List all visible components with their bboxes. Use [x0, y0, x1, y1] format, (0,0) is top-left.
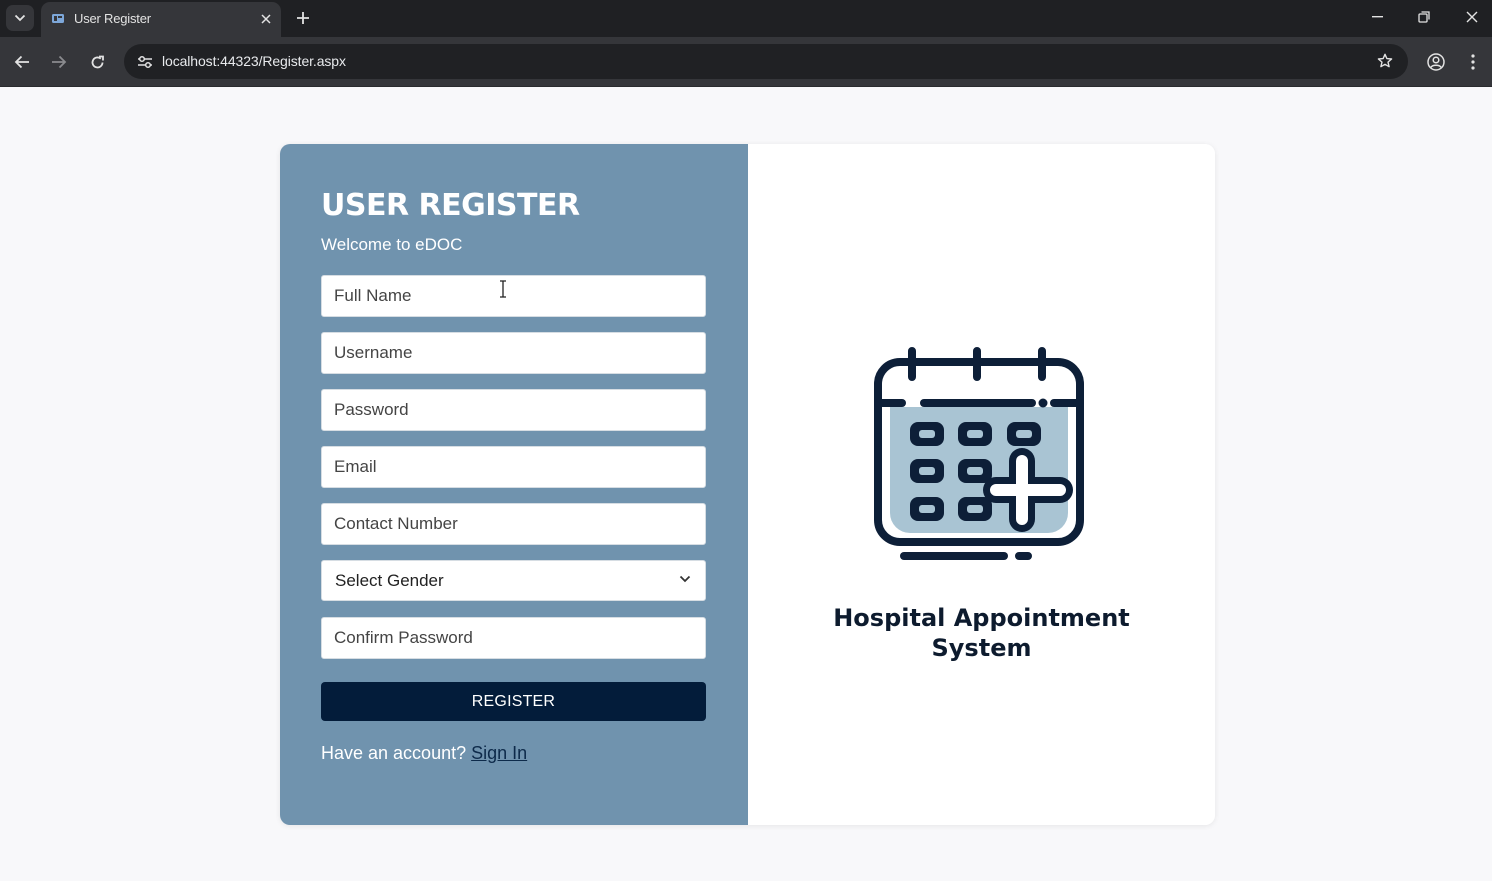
signin-prompt: Have an account?	[321, 743, 467, 763]
password-input[interactable]	[321, 389, 706, 431]
minimize-icon[interactable]	[1364, 6, 1390, 28]
menu-icon[interactable]	[1460, 49, 1486, 75]
text-cursor-icon	[498, 280, 508, 298]
tab-title: User Register	[74, 11, 151, 26]
browser-tab[interactable]: User Register	[41, 2, 281, 37]
plus-icon[interactable]	[292, 7, 314, 29]
site-info-icon[interactable]	[132, 49, 158, 75]
register-card: USER REGISTER Welcome to eDOC Select Gen…	[280, 144, 1215, 825]
tab-strip: User Register	[0, 0, 1492, 37]
chevron-down-icon	[679, 575, 691, 583]
calendar-plus-icon	[874, 343, 1084, 563]
app-name-line1: Hospital Appointment	[833, 604, 1130, 632]
form-panel: USER REGISTER Welcome to eDOC Select Gen…	[280, 144, 748, 825]
browser-toolbar: localhost:44323/Register.aspx	[0, 37, 1492, 87]
register-button[interactable]: REGISTER	[321, 682, 706, 721]
contact-number-input[interactable]	[321, 503, 706, 545]
tab-search-button[interactable]	[6, 5, 34, 31]
sign-in-link[interactable]: Sign In	[471, 743, 527, 763]
profile-icon[interactable]	[1423, 49, 1449, 75]
brand-panel: Hospital Appointment System	[748, 144, 1215, 825]
email-input[interactable]	[321, 446, 706, 488]
app-name-line2: System	[931, 634, 1032, 662]
full-name-input[interactable]	[321, 275, 706, 317]
app-name: Hospital Appointment System	[748, 603, 1215, 663]
chevron-down-icon	[14, 14, 26, 22]
confirm-password-input[interactable]	[321, 617, 706, 659]
back-icon[interactable]	[9, 49, 35, 75]
forward-icon[interactable]	[46, 49, 72, 75]
window-close-icon[interactable]	[1459, 6, 1485, 28]
reload-icon[interactable]	[84, 49, 110, 75]
restore-icon[interactable]	[1411, 6, 1437, 28]
signin-line: Have an account? Sign In	[321, 743, 527, 764]
close-icon[interactable]	[257, 10, 275, 28]
page-title: USER REGISTER	[321, 188, 580, 223]
welcome-text: Welcome to eDOC	[321, 235, 463, 254]
star-icon[interactable]	[1374, 50, 1396, 72]
gender-select[interactable]: Select Gender	[321, 560, 706, 601]
gender-select-value: Select Gender	[335, 571, 444, 590]
address-bar[interactable]: localhost:44323/Register.aspx	[124, 44, 1408, 79]
url-text[interactable]: localhost:44323/Register.aspx	[162, 53, 346, 69]
username-input[interactable]	[321, 332, 706, 374]
favicon-icon	[52, 13, 64, 24]
